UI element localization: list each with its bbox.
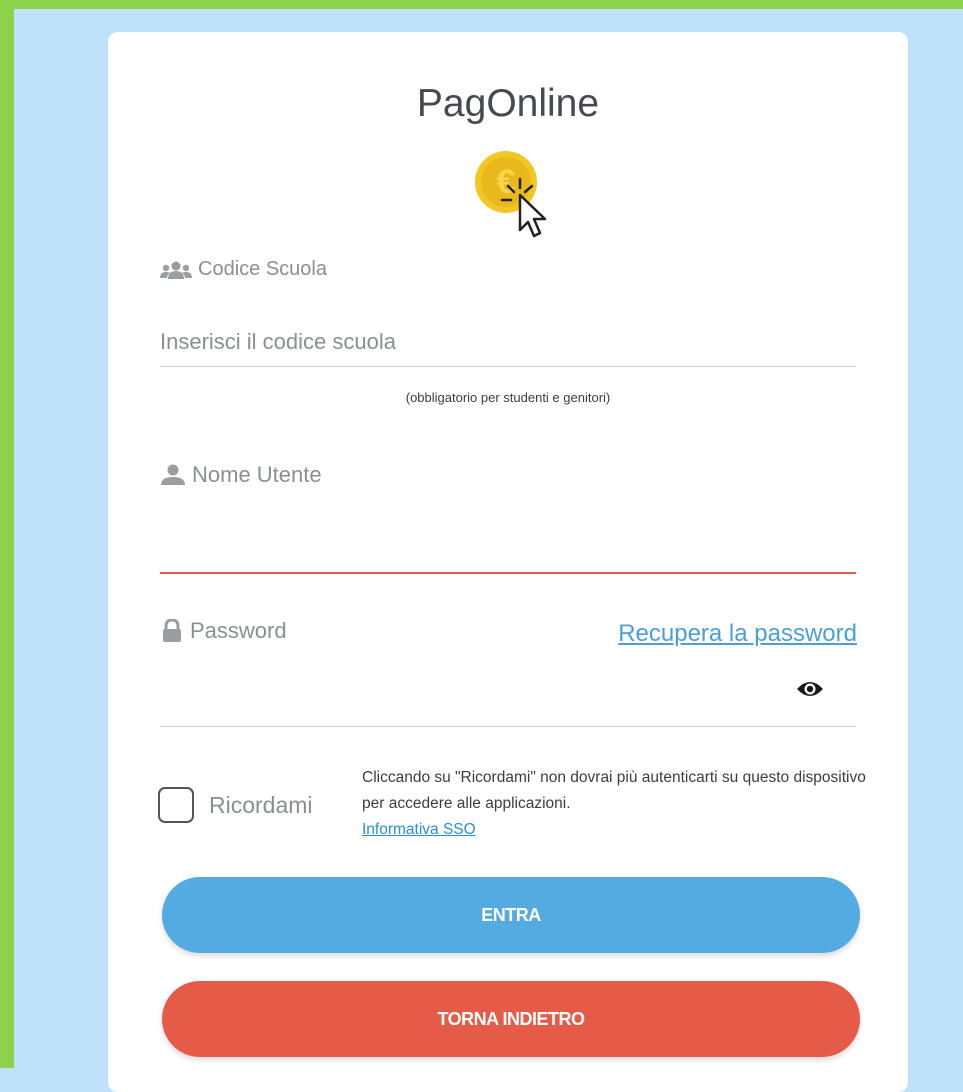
users-icon: [160, 261, 192, 279]
enter-button[interactable]: ENTRA: [162, 877, 860, 953]
login-card: PagOnline € Codice Scuola (obbligatorio …: [108, 32, 908, 1092]
sso-info-link[interactable]: Informativa SSO: [362, 817, 867, 843]
remember-checkbox[interactable]: [158, 787, 194, 823]
remember-label: Ricordami: [209, 792, 313, 818]
svg-text:€: €: [497, 163, 516, 201]
username-label: Nome Utente: [160, 462, 322, 488]
school-code-label: Codice Scuola: [160, 258, 327, 281]
user-icon: [161, 464, 185, 485]
school-code-hint: (obbligatorio per studenti e genitori): [405, 390, 611, 405]
school-code-input[interactable]: [160, 318, 856, 367]
remember-note: Cliccando su "Ricordami" non dovrai più …: [362, 765, 867, 843]
username-label-text: Nome Utente: [192, 462, 322, 487]
username-input[interactable]: [160, 518, 856, 574]
euro-coin-cursor-icon: €: [475, 151, 547, 238]
school-code-label-text: Codice Scuola: [198, 258, 327, 280]
lock-icon: [163, 619, 181, 642]
password-label: Password: [160, 618, 287, 644]
remember-note-text: Cliccando su "Ricordami" non dovrai più …: [362, 769, 866, 812]
recover-password-link[interactable]: Recupera la password: [618, 620, 857, 648]
app-title: PagOnline: [416, 82, 600, 125]
password-input[interactable]: [160, 668, 856, 727]
back-button[interactable]: TORNA INDIETRO: [162, 981, 860, 1057]
password-label-text: Password: [190, 618, 287, 643]
eye-icon[interactable]: [796, 679, 824, 699]
